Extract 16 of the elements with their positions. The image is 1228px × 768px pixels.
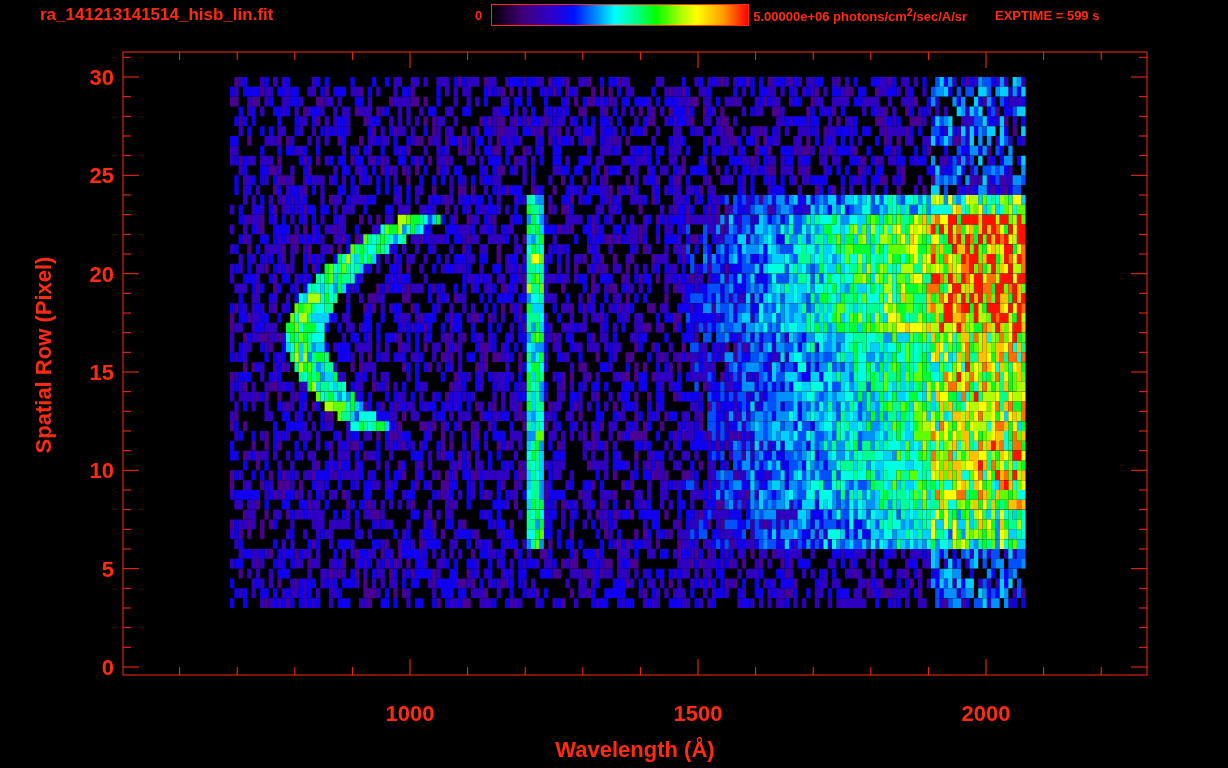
y-tick-label: 30	[89, 65, 114, 90]
y-tick-label: 20	[89, 261, 114, 287]
exposure-time: EXPTIME = 599 s	[995, 7, 1100, 23]
x-tick-label: 1500	[673, 701, 723, 726]
colorbar-max-label: 5.00000e+06 photons/cm$^{2}$/sec/A/sr	[753, 5, 968, 25]
y-tick-label: 10	[89, 458, 114, 484]
y-tick-label: 0	[101, 655, 114, 680]
file-name: ra_141213141514_hisb_lin.fit	[40, 5, 275, 25]
x-axis-label: Wavelength (Å)	[555, 737, 715, 762]
y-tick-label: 5	[101, 556, 114, 582]
x-tick-label: 2000	[961, 701, 1011, 726]
y-tick-label: 25	[89, 163, 114, 189]
y-axis-label: Spatial Row (Pixel)	[31, 256, 56, 454]
y-tick-label: 15	[89, 360, 114, 385]
colorbar-min-label: 0	[475, 7, 483, 23]
x-tick-label: 1000	[385, 701, 435, 726]
